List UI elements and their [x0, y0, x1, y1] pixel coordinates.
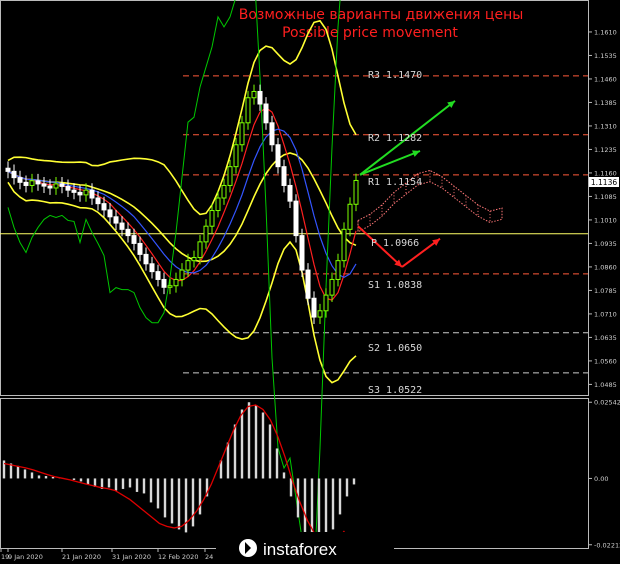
candle-body: [293, 200, 299, 237]
level-label-r1: R1 1.1154: [368, 177, 422, 188]
price-tick-label: 1.0785: [594, 287, 617, 295]
candle-body: [305, 269, 311, 299]
candle-body: [263, 103, 269, 124]
candle-body: [23, 181, 29, 186]
candle-body: [149, 263, 155, 273]
candle-body: [5, 167, 11, 172]
level-label-s1: S1 1.0838: [368, 280, 422, 291]
candle-body: [287, 184, 293, 202]
price-tick-label: 1.1235: [594, 146, 617, 154]
candle-body: [209, 210, 215, 227]
level-label-pivot: P 1.0966: [371, 238, 419, 249]
candle-body: [317, 310, 323, 318]
oscillator-tick-label: -0.02212: [594, 541, 620, 549]
price-tick-label: 1.0935: [594, 240, 617, 248]
candle-body: [47, 185, 53, 189]
candle-body: [89, 189, 95, 199]
time-tick-label: 21 Jan 2020: [62, 553, 101, 561]
time-tick-label: 12 Feb 2020: [158, 553, 198, 561]
candle-body: [119, 222, 125, 230]
price-tick-label: 1.1010: [594, 216, 617, 224]
price-tick-label: 1.0635: [594, 334, 617, 342]
candle-body: [281, 166, 287, 186]
candle-body: [83, 189, 89, 196]
candle-body: [113, 216, 119, 224]
candle-body: [221, 184, 227, 199]
candle-body: [101, 203, 107, 211]
candle-body: [143, 253, 149, 265]
candle-body: [71, 189, 77, 193]
level-label-r3: R3 1.1470: [368, 70, 422, 81]
candle-body: [269, 122, 275, 146]
candle-body: [95, 197, 101, 205]
candle-body: [197, 241, 203, 259]
price-tick-label: 1.1085: [594, 193, 617, 201]
candle-body: [275, 144, 281, 168]
candle-body: [233, 144, 239, 168]
candle-body: [257, 90, 263, 105]
candle-body: [347, 203, 353, 230]
price-tick-label: 1.0860: [594, 263, 617, 271]
price-tick-label: 1.1460: [594, 75, 617, 83]
price-tick-label: 1.1310: [594, 122, 617, 130]
candle-body: [17, 177, 23, 183]
candle-body: [131, 235, 137, 244]
oscillator-tick-label: 0.00: [594, 475, 608, 483]
candle-body: [341, 228, 347, 262]
candle-body: [227, 166, 233, 186]
price-tick-label: 1.0560: [594, 357, 617, 365]
candle-body: [311, 297, 317, 318]
candle-body: [59, 183, 65, 187]
price-tick-label: 1.1610: [594, 28, 617, 36]
candle-body: [29, 180, 35, 186]
oscillator-tick-label: 0.02542: [594, 399, 620, 407]
instaforex-logo: instaforex: [216, 532, 394, 564]
price-tick-label: 1.1160: [594, 169, 617, 177]
candle-body: [35, 180, 41, 185]
candle-body: [167, 285, 173, 288]
price-tick-label: 1.1535: [594, 52, 617, 60]
price-tick-label: 1.1385: [594, 99, 617, 107]
candle-body: [353, 179, 359, 205]
price-tick-label: 1.0485: [594, 381, 617, 389]
candle-body: [173, 278, 179, 287]
candle-body: [155, 271, 161, 280]
candle-body: [107, 209, 113, 218]
price-tick-label: 1.0710: [594, 310, 617, 318]
candle-body: [77, 191, 83, 196]
candle-body: [41, 183, 47, 187]
level-label-s3: S3 1.0522: [368, 385, 422, 396]
candle-body: [185, 260, 191, 271]
chart-title: Возможные варианты движения цены: [239, 7, 524, 23]
instaforex-logo-icon: [239, 539, 257, 557]
current-price-label: 1.1136: [591, 178, 617, 187]
candle-body: [191, 257, 197, 262]
level-label-s2: S2 1.0650: [368, 343, 422, 354]
candle-body: [125, 228, 131, 237]
candle-body: [11, 170, 17, 179]
candle-body: [161, 278, 167, 288]
candle-body: [65, 185, 71, 191]
level-label-r2: R2 1.1282: [368, 133, 422, 144]
time-tick-label: 31 Jan 2020: [112, 553, 151, 561]
candle-body: [245, 97, 251, 124]
price-chart: Возможные варианты движения цены Possibl…: [0, 0, 620, 564]
candle-body: [137, 242, 143, 255]
candle-body: [335, 260, 341, 280]
candle-body: [53, 183, 59, 189]
logo-text: instaforex: [263, 540, 337, 559]
candle-body: [299, 235, 305, 271]
candle-body: [239, 122, 245, 146]
time-tick-label: 9 Jan 2020: [8, 553, 43, 561]
candle-body: [203, 225, 209, 243]
candle-body: [329, 278, 335, 296]
candle-body: [323, 294, 329, 312]
candle-body: [251, 90, 257, 99]
candle-body: [179, 269, 185, 280]
candle-body: [215, 197, 221, 212]
